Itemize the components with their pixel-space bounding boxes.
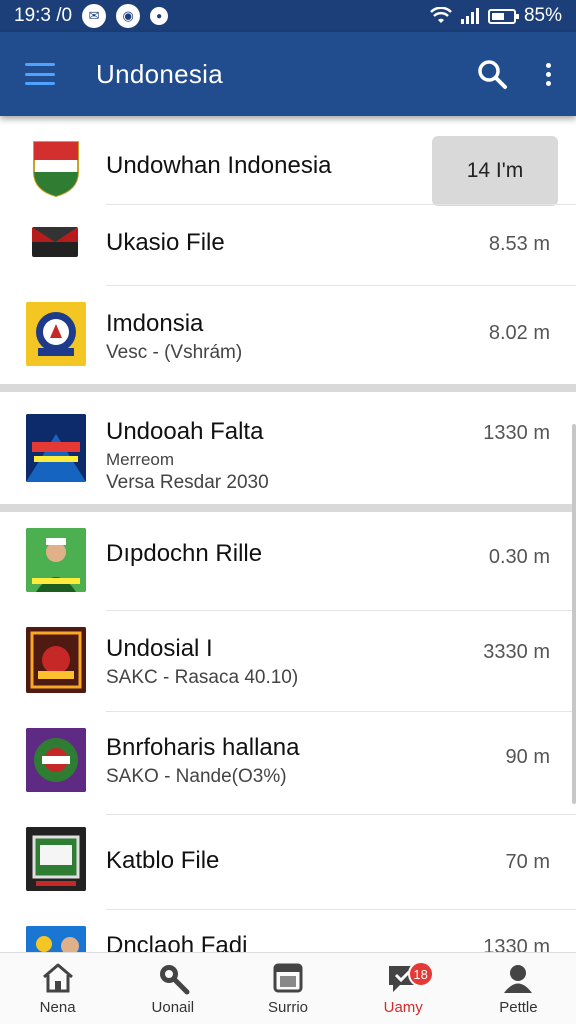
item-subtitle: Vesc - (Vshrám)	[106, 342, 243, 363]
search-button[interactable]	[464, 32, 520, 116]
wifi-icon	[430, 7, 452, 23]
section-separator	[0, 384, 576, 392]
nav-label: Pettle	[499, 999, 538, 1016]
emblem-icon	[26, 302, 86, 366]
item-title: Bnrfoharis hallana	[106, 734, 300, 761]
item-size: 1330 m	[483, 422, 550, 444]
list-item[interactable]: Katblo File 70 m	[0, 815, 576, 910]
nav-label: Uamy	[383, 999, 423, 1016]
badge-green-icon	[26, 728, 86, 792]
nav-search[interactable]: Uonail	[115, 953, 230, 1024]
battery-icon	[487, 8, 519, 24]
battery-level: 85%	[523, 5, 562, 26]
item-title: Katblo File	[106, 847, 220, 874]
home-icon	[41, 961, 75, 995]
item-size: 8.53 m	[488, 233, 550, 255]
nav-label: Nena	[39, 999, 76, 1016]
item-size: 90 m	[505, 746, 550, 768]
file-list: Undowhan Indonesia 14 I'm Ukasio File 8.…	[0, 116, 576, 952]
nav-window[interactable]: Surrio	[230, 953, 345, 1024]
scrollbar[interactable]	[572, 424, 576, 804]
flag-shield-icon	[30, 138, 82, 200]
window-icon	[271, 961, 305, 995]
frame-icon	[26, 827, 86, 891]
item-title: Ukasio File	[106, 229, 225, 256]
list-item[interactable]: Undosial I SAKC - Rasaca 40.10) 3330 m	[0, 611, 576, 712]
item-size-badge: 14 I'm	[432, 136, 558, 206]
person-thumbnail-icon	[26, 528, 86, 592]
bottom-navigation: Nena Uonail Surrio 18 Uamy Pettle	[0, 952, 576, 1024]
status-bar: 19:3 /0 ✉ ◉ ● 85%	[0, 0, 576, 32]
item-subtitle: SAKC - Rasaca 40.10)	[106, 667, 299, 688]
item-title: Undooah Falta	[106, 418, 264, 445]
item-size: 0.30 m	[488, 546, 550, 568]
nav-messages[interactable]: 18 Uamy	[346, 953, 461, 1024]
item-size: 8.02 m	[488, 322, 550, 344]
more-options-button[interactable]	[520, 32, 576, 116]
item-title: Undowhan Indonesia	[106, 152, 332, 179]
secure-icon: ●	[150, 7, 169, 25]
nav-profile[interactable]: Pettle	[461, 953, 576, 1024]
list-item[interactable]: Dnclaoh Fadi 1330 m	[0, 910, 576, 952]
poster-icon	[26, 414, 86, 482]
search-icon	[478, 60, 507, 89]
nav-label: Surrio	[268, 999, 309, 1016]
notification-badge: 18	[407, 961, 434, 987]
item-subtitle: SAKO - Nande(O3%)	[106, 766, 287, 787]
more-vert-icon	[545, 62, 551, 86]
item-title: Dnclaoh Fadi	[106, 932, 248, 952]
list-item[interactable]: Dıpdochn Rille 0.30 m	[0, 512, 576, 611]
list-item[interactable]: Imdonsia Vesc - (Vshrám) 8.02 m	[0, 286, 576, 384]
item-size: 1330 m	[483, 936, 550, 952]
ornament-icon	[26, 627, 86, 693]
item-subtitle: Merreom	[106, 450, 175, 469]
item-size: 70 m	[505, 851, 550, 873]
app-notification-icon: ◉	[116, 4, 141, 28]
list-item[interactable]: Ukasio File 8.53 m	[0, 205, 576, 286]
clock: 19:3 /0	[14, 5, 73, 26]
search-icon	[156, 961, 190, 995]
list-item[interactable]: Undooah Falta Merreom Versa Resdar 2030 …	[0, 392, 576, 504]
messenger-icon: ✉	[82, 4, 107, 28]
list-item[interactable]: Bnrfoharis hallana SAKO - Nande(O3%) 90 …	[0, 712, 576, 815]
signal-icon	[460, 8, 479, 24]
item-title: Dıpdochn Rille	[106, 540, 263, 567]
page-title: Undonesia	[96, 58, 224, 89]
profile-icon	[501, 961, 535, 995]
nav-label: Uonail	[151, 999, 195, 1016]
section-separator	[0, 504, 576, 512]
photo-icon	[26, 926, 86, 952]
flag-bar-icon	[32, 227, 78, 257]
hamburger-icon	[25, 63, 55, 85]
app-bar: Undonesia	[0, 32, 576, 116]
item-title: Imdonsia	[106, 310, 204, 337]
menu-button[interactable]	[0, 32, 80, 116]
item-size: 3330 m	[483, 641, 550, 663]
item-subtitle-2: Versa Resdar 2030	[106, 472, 269, 493]
nav-home[interactable]: Nena	[0, 953, 115, 1024]
list-item[interactable]: Undowhan Indonesia 14 I'm	[0, 116, 576, 206]
item-title: Undosial I	[106, 635, 213, 662]
